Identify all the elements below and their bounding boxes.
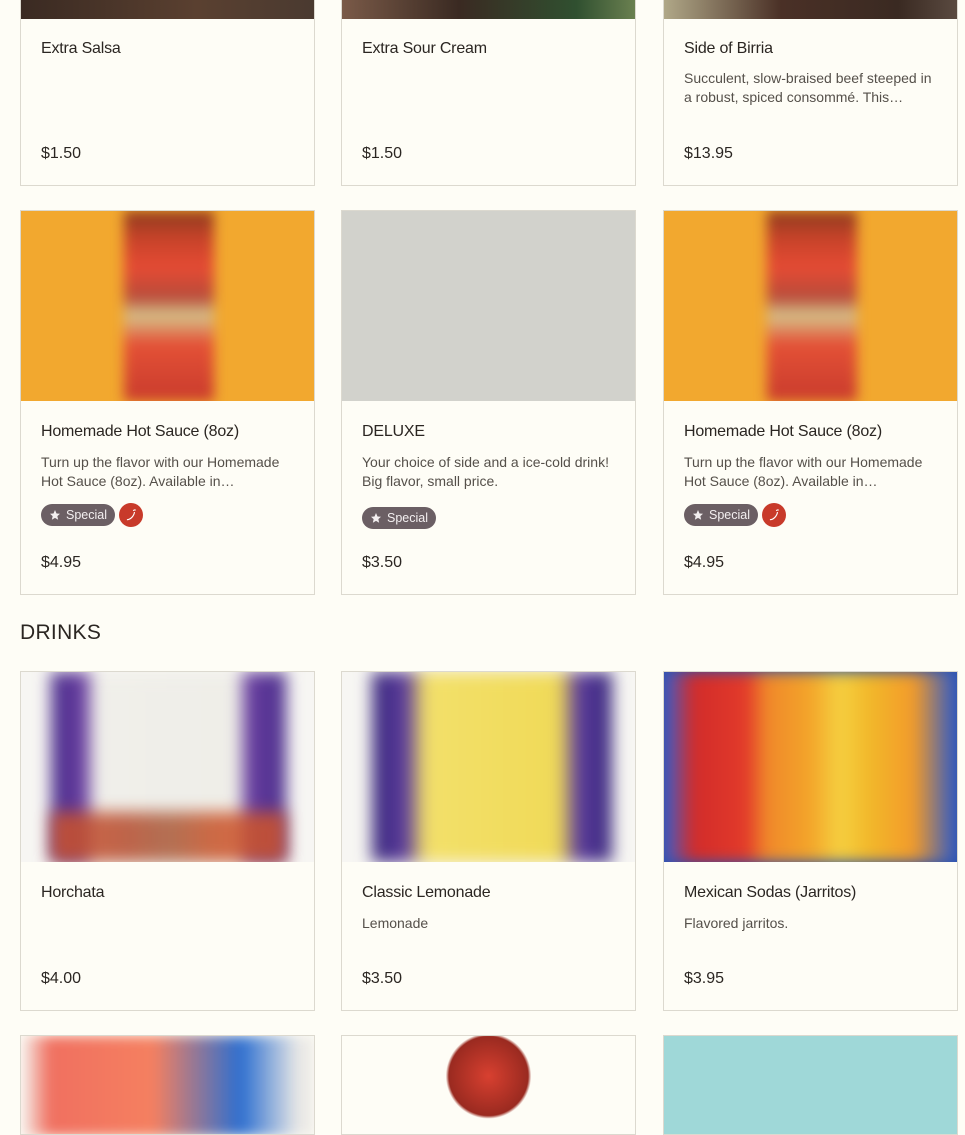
menu-item-title: Side of Birria [684,40,773,57]
menu-item-price: $4.95 [41,554,82,571]
menu-item-card[interactable] [20,1035,315,1135]
menu-item-card[interactable]: Extra Sour Cream $1.50 [341,0,636,186]
menu-item-title: Extra Sour Cream [362,40,487,57]
menu-item-image-placeholder [342,211,635,401]
menu-item-image [342,672,635,862]
menu-item-image [664,672,957,862]
special-badge: Special [684,504,758,526]
special-badge-label: Special [66,508,107,522]
menu-item-card[interactable]: Extra Salsa $1.50 [20,0,315,186]
menu-item-description: Lemonade [362,915,429,931]
menu-item-card[interactable]: DELUXE Your choice of side and a ice-col… [341,210,636,595]
menu-item-title: Extra Salsa [41,40,121,57]
menu-item-card[interactable]: Side of Birria Succulent, slow-braised b… [663,0,958,186]
menu-item-title: DELUXE [362,423,425,440]
menu-item-title: Horchata [41,884,105,901]
menu-item-description: Your choice of side and a ice-cold drink… [362,454,609,489]
menu-item-price: $3.95 [684,970,725,987]
menu-item-image [664,1036,957,1134]
menu-item-description: Flavored jarritos. [684,915,789,931]
menu-item-title: Classic Lemonade [362,884,491,901]
menu-item-description: Succulent, slow-braised beef steeped in … [684,70,932,105]
star-icon [371,513,381,523]
menu-item-price: $4.00 [41,970,82,987]
special-badge: Special [362,507,436,529]
menu-item-title: Mexican Sodas (Jarritos) [684,884,857,901]
menu-item-card[interactable]: Mexican Sodas (Jarritos) Flavored jarrit… [663,671,958,1011]
menu-item-price: $1.50 [362,145,403,162]
menu-item-image [664,211,957,401]
menu-item-badges: Special [684,503,786,527]
menu-item-price: $13.95 [684,145,733,162]
menu-item-price: $1.50 [41,145,82,162]
menu-item-price: $3.50 [362,554,403,571]
menu-item-image [21,0,314,19]
menu-item-image [664,0,957,19]
star-icon [50,510,60,520]
menu-item-card[interactable]: Homemade Hot Sauce (8oz) Turn up the fla… [663,210,958,595]
menu-item-image [21,211,314,401]
menu-item-title: Homemade Hot Sauce (8oz) [684,423,882,440]
chili-pepper-icon [762,503,786,527]
section-heading-drinks: DRINKS [20,621,102,644]
menu-item-image [342,0,635,19]
menu-item-card[interactable]: Classic Lemonade Lemonade $3.50 [341,671,636,1011]
menu-item-image [21,672,314,862]
menu-item-price: $3.50 [362,970,403,987]
menu-item-card[interactable]: Horchata $4.00 [20,671,315,1011]
menu-item-image [342,1036,635,1134]
special-badge: Special [41,504,115,526]
menu-item-card[interactable]: Homemade Hot Sauce (8oz) Turn up the fla… [20,210,315,595]
menu-item-price: $4.95 [684,554,725,571]
menu-item-card[interactable] [341,1035,636,1135]
menu-item-badges: Special [362,507,436,529]
special-badge-label: Special [387,511,428,525]
menu-item-description: Turn up the flavor with our Homemade Hot… [684,454,923,489]
chili-pepper-icon [119,503,143,527]
menu-item-card[interactable] [663,1035,958,1135]
menu-item-description: Turn up the flavor with our Homemade Hot… [41,454,280,489]
star-icon [693,510,703,520]
special-badge-label: Special [709,508,750,522]
menu-item-title: Homemade Hot Sauce (8oz) [41,423,239,440]
menu-item-badges: Special [41,503,143,527]
menu-item-image [21,1036,314,1134]
